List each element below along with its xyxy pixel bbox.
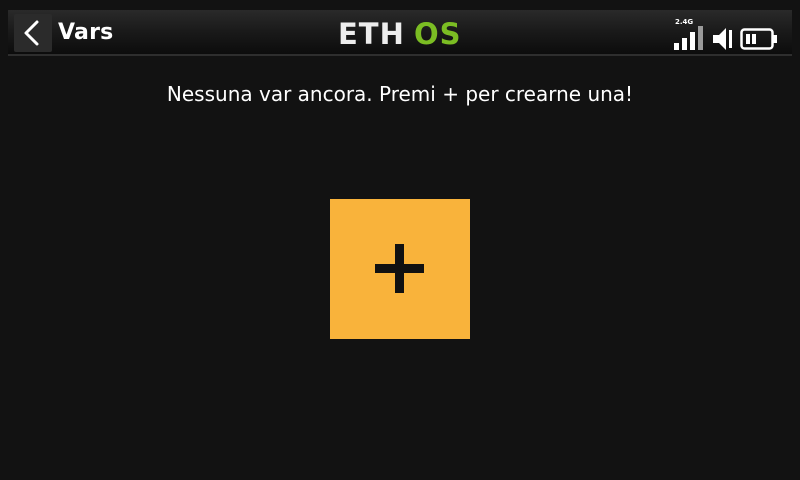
volume-icon — [713, 28, 732, 50]
chevron-left-icon — [24, 20, 39, 46]
empty-state-message: Nessuna var ancora. Premi + per crearne … — [166, 82, 634, 106]
logo-text-os: OS — [414, 17, 462, 51]
plus-icon — [375, 244, 424, 293]
back-button[interactable] — [14, 14, 52, 52]
logo-text-eth: ETH — [338, 17, 405, 51]
ethos-logo: ETH OS — [338, 18, 468, 50]
page-title: Vars — [58, 20, 114, 45]
battery-icon — [740, 28, 777, 50]
add-var-button[interactable] — [330, 199, 470, 339]
screen: Vars ETH OS 2.4G Nessuna var ancora. Pre… — [0, 0, 800, 480]
title-bar: Vars ETH OS 2.4G — [8, 10, 792, 56]
status-icons: 2.4G — [662, 16, 782, 52]
rf-band-label: 2.4G — [675, 18, 694, 26]
signal-icon — [674, 26, 703, 50]
